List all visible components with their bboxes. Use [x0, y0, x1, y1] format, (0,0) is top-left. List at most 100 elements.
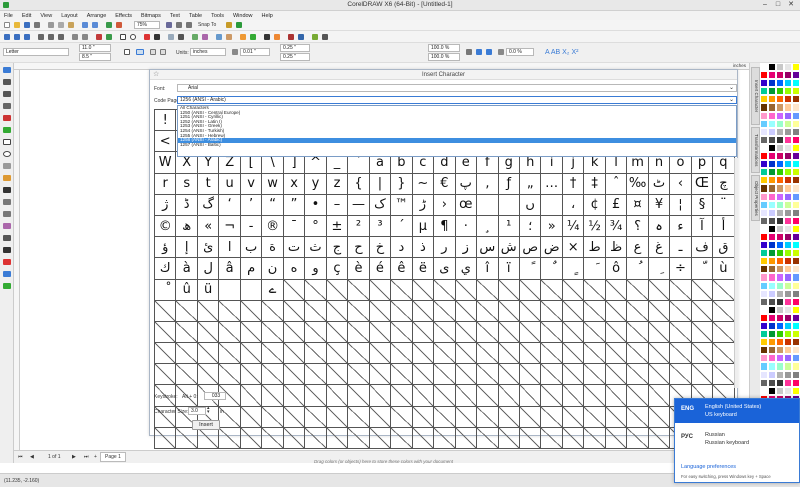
character-cell[interactable]: „: [519, 173, 542, 195]
units-select[interactable]: inches: [190, 48, 226, 56]
color-swatch[interactable]: [784, 305, 792, 314]
character-cell[interactable]: é: [369, 258, 392, 280]
color-swatch[interactable]: [776, 370, 784, 379]
color-swatch[interactable]: [792, 152, 800, 161]
character-cell[interactable]: ¦: [670, 194, 692, 216]
page-preset-select[interactable]: Letter: [3, 48, 69, 56]
color-swatch[interactable]: [776, 87, 784, 96]
color-swatch[interactable]: [768, 79, 776, 88]
options-icon[interactable]: [226, 22, 232, 28]
character-cell[interactable]: Œ: [691, 173, 714, 195]
menu-effects[interactable]: Effects: [115, 13, 132, 19]
character-cell[interactable]: ب: [240, 237, 263, 259]
color-swatch[interactable]: [776, 354, 784, 363]
character-cell[interactable]: ”: [283, 194, 306, 216]
color-swatch[interactable]: [776, 143, 784, 153]
color-swatch[interactable]: [792, 241, 800, 250]
character-cell[interactable]: [541, 194, 563, 216]
color-swatch[interactable]: [776, 313, 784, 322]
zoom-tool-icon[interactable]: [3, 103, 11, 109]
color-swatch[interactable]: [760, 143, 768, 153]
character-cell[interactable]: z: [326, 173, 349, 195]
color-swatch[interactable]: [760, 71, 768, 80]
character-cell[interactable]: ل: [197, 258, 220, 280]
color-swatch[interactable]: [760, 63, 768, 72]
shape-tool-icon[interactable]: [3, 79, 11, 85]
color-swatch[interactable]: [760, 168, 768, 177]
character-cell[interactable]: ¾: [605, 215, 628, 238]
color-swatch[interactable]: [768, 289, 776, 298]
color-swatch[interactable]: [784, 119, 792, 128]
color-swatch[interactable]: [776, 168, 784, 177]
character-cell[interactable]: w: [262, 173, 284, 195]
color-swatch[interactable]: [760, 176, 768, 185]
character-cell[interactable]: ‡: [584, 173, 606, 195]
character-cell[interactable]: {: [348, 173, 370, 195]
color-swatch[interactable]: [784, 192, 792, 201]
character-cell[interactable]: ƒ: [498, 173, 520, 195]
crop-icon[interactable]: [264, 34, 270, 40]
color-swatch[interactable]: [792, 95, 800, 104]
color-swatch[interactable]: [760, 79, 768, 88]
mirror-v-icon[interactable]: [486, 49, 492, 55]
open-icon[interactable]: [14, 22, 20, 28]
redo-icon[interactable]: [92, 22, 98, 28]
color-swatch[interactable]: [776, 249, 784, 258]
character-cell[interactable]: ِ: [648, 258, 671, 280]
color-swatch[interactable]: [768, 208, 776, 217]
color-swatch[interactable]: [792, 370, 800, 379]
color-swatch[interactable]: [768, 241, 776, 250]
character-cell[interactable]: ر: [434, 237, 456, 259]
color-swatch[interactable]: [768, 257, 776, 266]
code-page-option[interactable]: 1257 (ANSI - Baltic): [178, 142, 736, 148]
color-swatch[interactable]: [760, 386, 768, 395]
character-cell[interactable]: ¶: [434, 215, 456, 238]
character-cell[interactable]: ڑ: [412, 194, 435, 216]
color-swatch[interactable]: [784, 330, 792, 339]
color-swatch[interactable]: [768, 370, 776, 379]
align-left-icon[interactable]: [38, 34, 44, 40]
outline-pen-tool-icon[interactable]: [3, 247, 11, 253]
language-item-rus[interactable]: РУС Russian Russian keyboard: [675, 427, 799, 451]
character-cell[interactable]: ‏: [240, 279, 263, 301]
page-tab[interactable]: Page 1: [100, 452, 126, 462]
color-swatch[interactable]: [784, 289, 792, 298]
character-cell[interactable]: چ: [713, 173, 735, 195]
character-cell[interactable]: ى: [434, 258, 456, 280]
color-swatch[interactable]: [784, 127, 792, 136]
new-icon[interactable]: [4, 22, 10, 28]
color-swatch[interactable]: [768, 135, 776, 144]
character-cell[interactable]: î: [477, 258, 499, 280]
color-swatch[interactable]: [776, 224, 784, 233]
pick-tool-icon[interactable]: [3, 67, 11, 73]
color-swatch[interactable]: [760, 273, 768, 282]
color-swatch[interactable]: [776, 95, 784, 104]
color-swatch[interactable]: [792, 87, 800, 96]
character-cell[interactable]: ©: [155, 215, 177, 238]
mesh-fill-tool-icon[interactable]: [3, 283, 11, 289]
color-swatch[interactable]: [760, 257, 768, 266]
character-cell[interactable]: ،: [562, 194, 585, 216]
snap-to-menu[interactable]: Snap To: [198, 22, 216, 28]
color-swatch[interactable]: [784, 224, 792, 233]
character-cell[interactable]: ذ: [412, 237, 435, 259]
code-page-select[interactable]: 1256 (ANSI - Arabic): [177, 96, 737, 104]
character-cell[interactable]: ‰: [627, 173, 649, 195]
color-swatch[interactable]: [768, 273, 776, 282]
color-swatch[interactable]: [784, 338, 792, 347]
color-swatch[interactable]: [792, 386, 800, 395]
color-swatch[interactable]: [792, 200, 800, 209]
color-swatch[interactable]: [760, 313, 768, 322]
character-cell[interactable]: à: [176, 258, 198, 280]
text-tool-icon[interactable]: [3, 187, 11, 193]
character-cell[interactable]: ڈ: [176, 194, 198, 216]
color-swatch[interactable]: [760, 322, 768, 331]
color-swatch[interactable]: [784, 378, 792, 387]
character-cell[interactable]: ™: [391, 194, 413, 216]
color-swatch[interactable]: [760, 119, 768, 128]
lock-ratio-icon[interactable]: [466, 49, 472, 55]
underline-icon[interactable]: [24, 34, 30, 40]
color-swatch[interactable]: [784, 313, 792, 322]
color-swatch[interactable]: [792, 119, 800, 128]
character-cell[interactable]: ~: [412, 173, 435, 195]
